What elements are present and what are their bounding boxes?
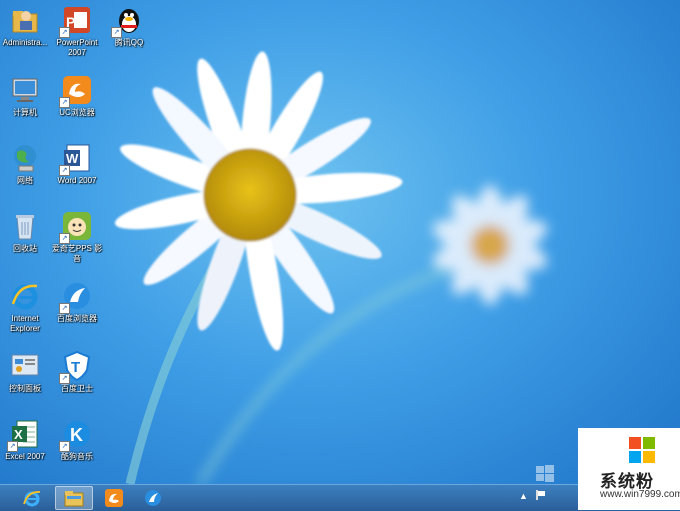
shortcut-arrow-icon: ↗: [111, 27, 122, 38]
baidu-browser-icon: ↗: [59, 280, 93, 314]
desktop-icon-label: 控制面板: [9, 384, 41, 393]
desktop-icon-label: 回收站: [13, 244, 37, 253]
shortcut-arrow-icon: ↗: [59, 97, 70, 108]
action-center-flag-icon[interactable]: [535, 489, 547, 501]
tray-overflow-arrow-icon[interactable]: ▲: [519, 491, 528, 501]
desktop-icon-label: UC浏览器: [59, 108, 95, 117]
desktop-icon-label: Internet Explorer: [10, 314, 40, 333]
svg-text:K: K: [70, 425, 83, 445]
shortcut-arrow-icon: ↗: [59, 233, 70, 244]
recycle-bin-icon: [9, 210, 41, 242]
svg-text:X: X: [14, 427, 23, 442]
baidu-guard-icon: T ↗: [59, 350, 93, 384]
internet-explorer-icon: [23, 491, 41, 507]
desktop-icon-administrator[interactable]: Administra...: [0, 4, 54, 48]
shortcut-arrow-icon: ↗: [59, 441, 70, 452]
desktop-icon-label: 网络: [17, 176, 33, 185]
computer-icon: [9, 74, 41, 106]
control-panel-icon: [9, 350, 41, 382]
desktop-icon-label: 腾讯QQ: [114, 38, 144, 47]
desktop-icon-kugou-music[interactable]: K ↗ 酷狗音乐: [48, 418, 106, 462]
desktop-icon-powerpoint[interactable]: P ↗ PowerPoint 2007: [48, 4, 106, 58]
user-folder-icon: [9, 4, 41, 36]
windows-logo-icon: [629, 437, 655, 463]
word-icon: W ↗: [59, 142, 93, 176]
shortcut-arrow-icon: ↗: [7, 441, 18, 452]
watermark-badge: 系统粉 www.win7999.com: [578, 428, 680, 510]
internet-explorer-icon: [9, 280, 41, 312]
desktop-icon-label: Administra...: [2, 38, 48, 47]
desktop-icon-label: PowerPoint 2007: [56, 38, 98, 57]
baidu-browser-icon: [145, 490, 161, 506]
desktop-icon-label: 计算机: [13, 108, 37, 117]
network-globe-icon: [9, 142, 41, 174]
desktop-icon-label: 百度卫士: [61, 384, 93, 393]
desktop-icon-iqiyi-pps[interactable]: ↗ 爱奇艺PPS 影音: [48, 210, 106, 264]
taskbar-baidu-browser[interactable]: [135, 486, 171, 510]
desktop-icon-baidu-guard[interactable]: T ↗ 百度卫士: [48, 350, 106, 394]
powerpoint-icon: P ↗: [59, 4, 93, 38]
kugou-music-icon: K ↗: [59, 418, 93, 452]
shortcut-arrow-icon: ↗: [59, 303, 70, 314]
desktop-icon-recycle-bin[interactable]: 回收站: [0, 210, 54, 254]
desktop-icon-label: 百度浏览器: [57, 314, 97, 323]
desktop-icon-excel[interactable]: X ↗ Excel 2007: [0, 418, 54, 462]
watermark-url: www.win7999.com: [600, 489, 680, 500]
desktop-icon-label: 爱奇艺PPS 影音: [51, 244, 103, 263]
iqiyi-pps-icon: ↗: [59, 210, 93, 244]
file-explorer-icon: [64, 491, 84, 507]
taskbar-internet-explorer[interactable]: [14, 486, 50, 510]
uc-browser-icon: [105, 489, 123, 507]
desktop-icon-baidu-browser[interactable]: ↗ 百度浏览器: [48, 280, 106, 324]
desktop-icon-label: Word 2007: [57, 176, 97, 185]
desktop-icon-label: 酷狗音乐: [61, 452, 93, 461]
shortcut-arrow-icon: ↗: [59, 27, 70, 38]
desktop-icon-internet-explorer[interactable]: Internet Explorer: [0, 280, 54, 334]
shortcut-arrow-icon: ↗: [59, 373, 70, 384]
svg-text:W: W: [66, 151, 79, 166]
svg-text:T: T: [71, 359, 80, 376]
uc-browser-icon: ↗: [59, 74, 93, 108]
excel-icon: X ↗: [7, 418, 41, 452]
taskbar-uc-browser[interactable]: [96, 486, 132, 510]
desktop-icon-control-panel[interactable]: 控制面板: [0, 350, 54, 394]
desktop: Administra... P ↗ PowerPoint 2007 ↗ 腾讯QQ…: [0, 0, 680, 484]
shortcut-arrow-icon: ↗: [59, 165, 70, 176]
qq-penguin-icon: ↗: [111, 4, 145, 38]
desktop-icon-qq[interactable]: ↗ 腾讯QQ: [100, 4, 158, 48]
desktop-icon-label: Excel 2007: [5, 452, 45, 461]
desktop-icon-computer[interactable]: 计算机: [0, 74, 54, 118]
taskbar-file-explorer[interactable]: [55, 486, 93, 510]
desktop-icon-uc-browser[interactable]: ↗ UC浏览器: [48, 74, 106, 118]
desktop-icon-network[interactable]: 网络: [0, 142, 54, 186]
desktop-icon-word[interactable]: W ↗ Word 2007: [48, 142, 106, 186]
